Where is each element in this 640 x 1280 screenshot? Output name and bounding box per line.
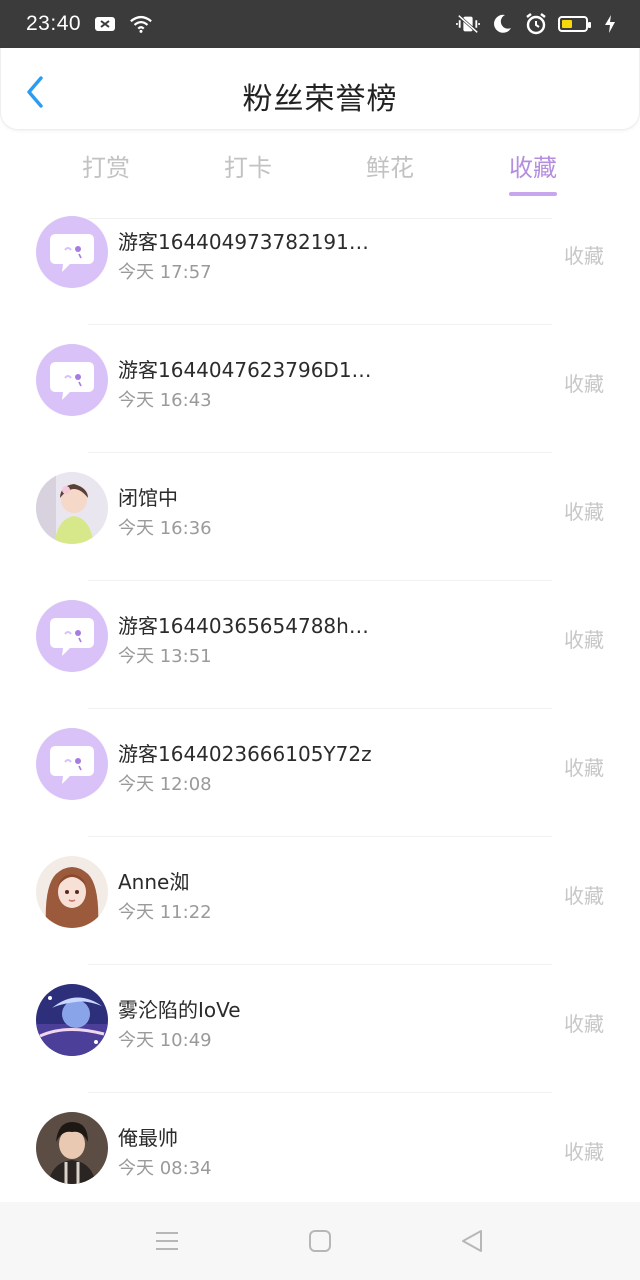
status-bar: 23:40 — [0, 0, 640, 48]
divider — [88, 964, 552, 965]
timestamp: 今天 13:51 — [118, 646, 212, 667]
back-triangle-icon — [462, 1230, 482, 1252]
user-photo-icon — [36, 472, 108, 544]
user-photo-icon — [36, 1112, 108, 1184]
list-item[interactable]: 游客1644023666105Y72z 今天 12:08 收藏 — [0, 708, 640, 836]
menu-button[interactable] — [152, 1226, 182, 1256]
timestamp: 今天 16:43 — [118, 390, 212, 411]
tab-checkin[interactable]: 打卡 — [188, 148, 308, 183]
wifi-icon — [129, 12, 153, 36]
user-photo-icon — [36, 856, 108, 928]
user-name: 闭馆中 — [118, 486, 178, 510]
avatar — [36, 600, 108, 672]
user-name: 雾沦陷的IoVe — [118, 998, 241, 1022]
list-item[interactable]: 俺最帅 今天 08:34 收藏 — [0, 1092, 640, 1220]
favorites-list: 游客164404973782191… 今天 17:57 收藏 游客1644047… — [0, 216, 640, 1220]
timestamp: 今天 16:36 — [118, 518, 212, 539]
favorite-label: 收藏 — [564, 1140, 604, 1164]
avatar — [36, 856, 108, 928]
timestamp: 今天 12:08 — [118, 774, 212, 795]
user-name: 游客1644047623796D1… — [118, 358, 372, 382]
avatar — [36, 728, 108, 800]
moon-icon — [490, 12, 514, 36]
divider — [88, 580, 552, 581]
divider — [88, 324, 552, 325]
chat-bubble-icon — [50, 618, 94, 656]
favorite-label: 收藏 — [564, 756, 604, 780]
user-name: 游客16440365654788h… — [118, 614, 369, 638]
battery-icon — [558, 16, 591, 32]
avatar — [36, 216, 108, 288]
chat-bubble-icon — [50, 234, 94, 272]
tab-flowers[interactable]: 鲜花 — [330, 148, 450, 183]
avatar — [36, 472, 108, 544]
home-square-icon — [309, 1230, 331, 1252]
vibrate-off-icon — [456, 12, 480, 36]
list-item[interactable]: 游客1644047623796D1… 今天 16:43 收藏 — [0, 324, 640, 452]
system-nav-bar — [0, 1202, 640, 1280]
list-item[interactable]: 闭馆中 今天 16:36 收藏 — [0, 452, 640, 580]
page-title: 粉丝荣誉榜 — [242, 82, 398, 117]
timestamp: 今天 17:57 — [118, 262, 212, 283]
list-item[interactable]: 游客16440365654788h… 今天 13:51 收藏 — [0, 580, 640, 708]
user-name: 游客1644023666105Y72z — [118, 742, 372, 766]
avatar — [36, 1112, 108, 1184]
list-item[interactable]: 游客164404973782191… 今天 17:57 收藏 — [0, 216, 640, 324]
timestamp: 今天 08:34 — [118, 1158, 212, 1179]
chat-bubble-icon — [50, 362, 94, 400]
back-nav-button[interactable] — [457, 1226, 487, 1256]
avatar — [36, 344, 108, 416]
notification-icon — [93, 12, 117, 36]
divider — [88, 836, 552, 837]
favorite-label: 收藏 — [564, 628, 604, 652]
favorite-label: 收藏 — [564, 500, 604, 524]
tab-tip[interactable]: 打赏 — [46, 148, 166, 183]
user-name: Anne洳 — [118, 870, 190, 894]
favorite-label: 收藏 — [564, 884, 604, 908]
divider — [88, 708, 552, 709]
clock: 23:40 — [26, 12, 82, 35]
list-item[interactable]: Anne洳 今天 11:22 收藏 — [0, 836, 640, 964]
divider — [88, 452, 552, 453]
alarm-icon — [524, 12, 548, 36]
tab-active-indicator — [509, 192, 557, 196]
divider — [88, 218, 552, 219]
chat-bubble-icon — [50, 746, 94, 784]
list-item[interactable]: 雾沦陷的IoVe 今天 10:49 收藏 — [0, 964, 640, 1092]
timestamp: 今天 10:49 — [118, 1030, 212, 1051]
tab-bar: 打赏 打卡 鲜花 收藏 — [0, 140, 640, 200]
timestamp: 今天 11:22 — [118, 902, 212, 923]
charging-icon — [598, 12, 622, 36]
menu-icon — [156, 1232, 178, 1250]
user-photo-icon — [36, 984, 108, 1056]
header-bar: 粉丝荣誉榜 — [0, 48, 640, 130]
favorite-label: 收藏 — [564, 1012, 604, 1036]
favorite-label: 收藏 — [564, 372, 604, 396]
divider — [88, 1092, 552, 1093]
user-name: 俺最帅 — [118, 1126, 178, 1150]
avatar — [36, 984, 108, 1056]
favorite-label: 收藏 — [564, 244, 604, 268]
user-name: 游客164404973782191… — [118, 230, 369, 254]
home-button[interactable] — [305, 1226, 335, 1256]
tab-favorites[interactable]: 收藏 — [473, 148, 593, 183]
